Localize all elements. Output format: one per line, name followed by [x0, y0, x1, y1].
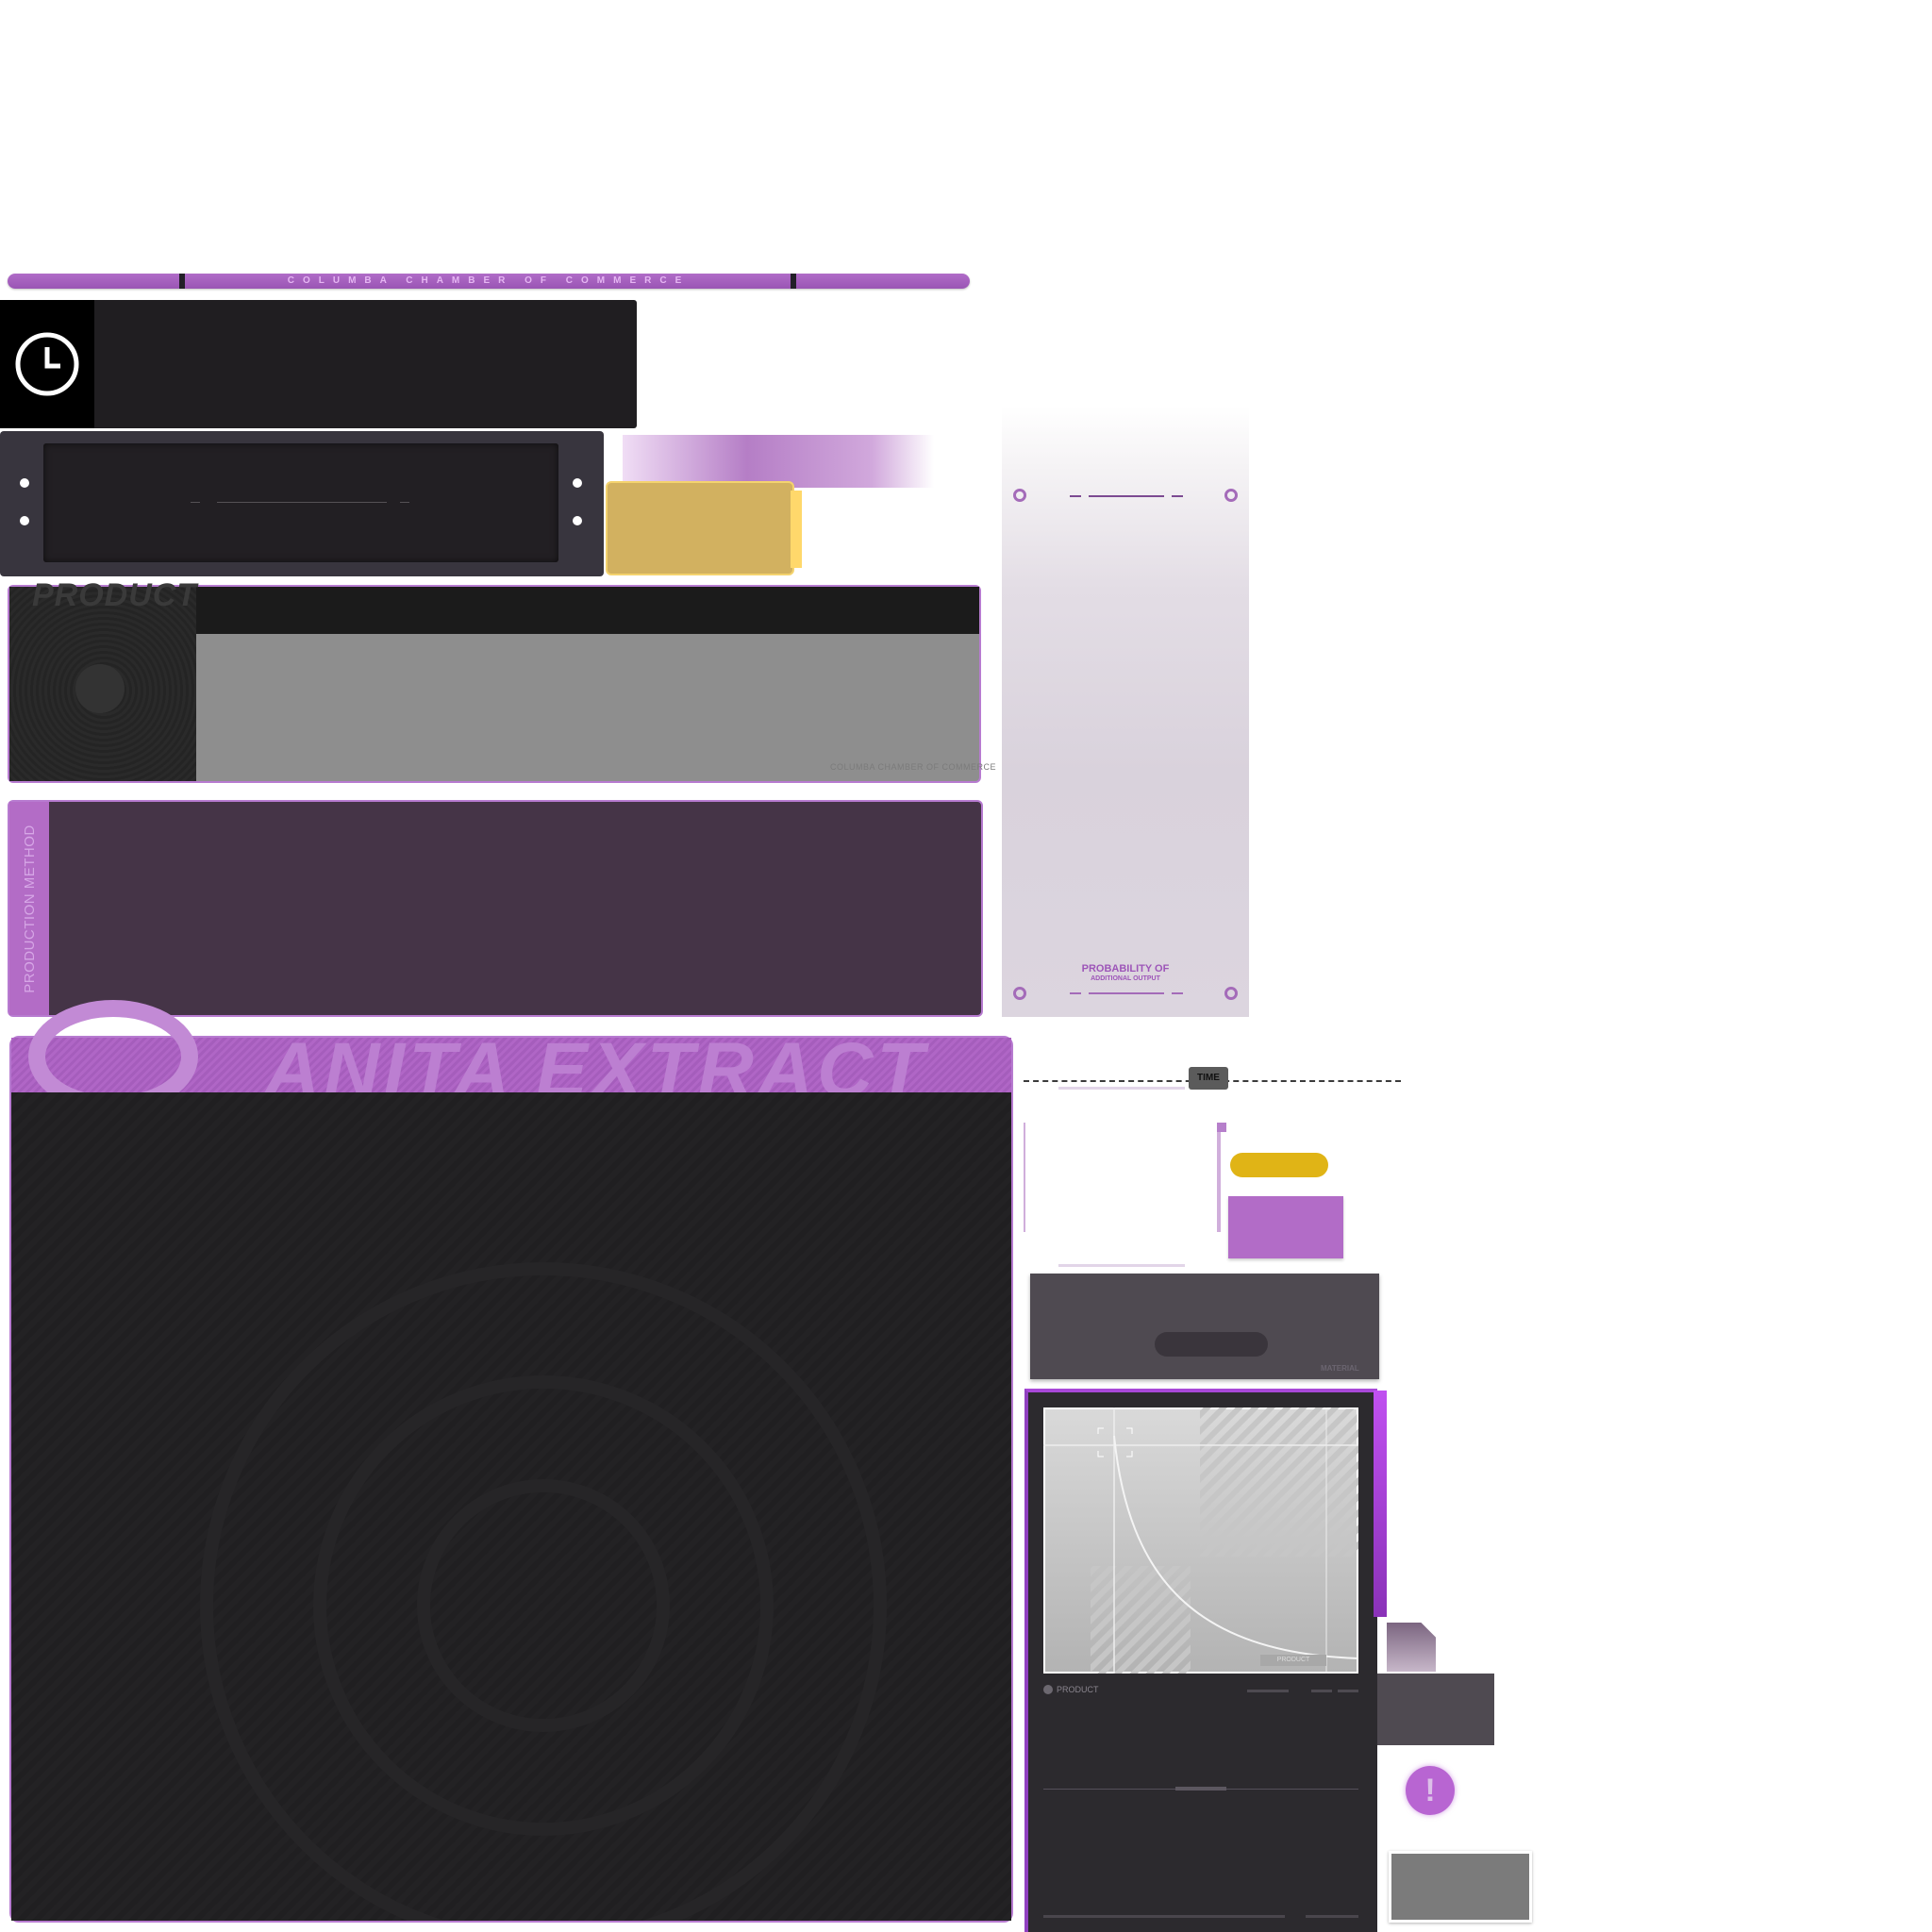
- material-label: MATERIAL: [1321, 1364, 1359, 1373]
- extraction-body: [11, 1092, 1011, 1921]
- frame-corner: [1217, 1123, 1226, 1132]
- gold-button[interactable]: [606, 481, 794, 575]
- banner-title: COLUMBA CHAMBER OF COMMERCE: [287, 275, 691, 286]
- probability-title: PROBABILITY OF: [1081, 963, 1170, 974]
- hatch-block: [1200, 1407, 1358, 1557]
- purple-button[interactable]: [1228, 1196, 1343, 1258]
- frame-bottom-edge: [1058, 1264, 1185, 1267]
- gradient-highlight-bar: [623, 435, 934, 488]
- chart-card-glow: [1374, 1391, 1387, 1617]
- chart-detail-line: [1311, 1690, 1332, 1692]
- probability-subtitle: ADDITIONAL OUTPUT: [1091, 975, 1160, 982]
- probability-dash: [1070, 495, 1081, 497]
- probability-dash: [1172, 495, 1183, 497]
- product-label: PRODUCT: [1057, 1685, 1099, 1694]
- product-watermark: PRODUCT: [32, 577, 198, 613]
- ring-icon: [1013, 489, 1026, 502]
- rivet: [573, 478, 582, 488]
- chart-detail-line: [1338, 1690, 1358, 1692]
- frame-left-edge: [1024, 1123, 1025, 1232]
- probability-line: [1089, 992, 1164, 994]
- slot-dash: [400, 502, 409, 503]
- hatch-block: [1091, 1566, 1191, 1674]
- production-method-label-wrap: PRODUCTION METHOD: [9, 802, 49, 1015]
- rivet: [573, 516, 582, 525]
- production-method-label: PRODUCTION METHOD: [21, 824, 38, 993]
- slot-dash: [191, 502, 200, 503]
- clock-icon: [15, 332, 79, 396]
- gold-button-edge: [791, 491, 802, 568]
- chart-graphic: [1043, 1407, 1358, 1674]
- ring-icon: [1013, 987, 1026, 1000]
- probability-panel: [1002, 406, 1249, 1017]
- clock-header-panel: [0, 300, 637, 428]
- time-underline: [1058, 1087, 1185, 1090]
- product-header-bar: [196, 587, 979, 634]
- probability-dash: [1070, 992, 1081, 994]
- probability-line: [1089, 495, 1164, 497]
- probability-dash: [1172, 992, 1183, 994]
- slot-inner[interactable]: [43, 443, 558, 562]
- chart-divider-marker: [1175, 1787, 1226, 1790]
- chart-footer-line: [1306, 1915, 1358, 1918]
- yellow-pill-button[interactable]: [1230, 1153, 1328, 1177]
- chart-tag: PRODUCT: [1260, 1655, 1326, 1666]
- gray-slot-card[interactable]: [1389, 1851, 1532, 1923]
- product-emblem: [75, 664, 125, 713]
- production-method-card: [8, 800, 983, 1017]
- product-dot-icon: [1043, 1685, 1053, 1694]
- chart-detail-line: [1247, 1690, 1289, 1692]
- banner-divider: [179, 274, 185, 289]
- dark-tab: [1377, 1674, 1494, 1745]
- chart-footer-line: [1043, 1915, 1285, 1918]
- ring-icon: [1224, 987, 1238, 1000]
- swirl-decoration: [417, 1479, 670, 1732]
- material-slot[interactable]: [1155, 1332, 1268, 1357]
- clock-icon-box: [0, 300, 94, 428]
- time-badge: TIME: [1189, 1067, 1228, 1090]
- alert-icon[interactable]: !: [1406, 1766, 1455, 1815]
- slot-line: [217, 502, 387, 503]
- frame-right-edge: [1217, 1123, 1221, 1232]
- rivet: [20, 478, 29, 488]
- rivet: [20, 516, 29, 525]
- document-icon[interactable]: [1387, 1623, 1436, 1672]
- chamber-banner: COLUMBA CHAMBER OF COMMERCE: [8, 274, 970, 289]
- product-footer-text: COLUMBA CHAMBER OF COMMERCE: [830, 762, 997, 772]
- banner-divider: [791, 274, 796, 289]
- ring-icon: [1224, 489, 1238, 502]
